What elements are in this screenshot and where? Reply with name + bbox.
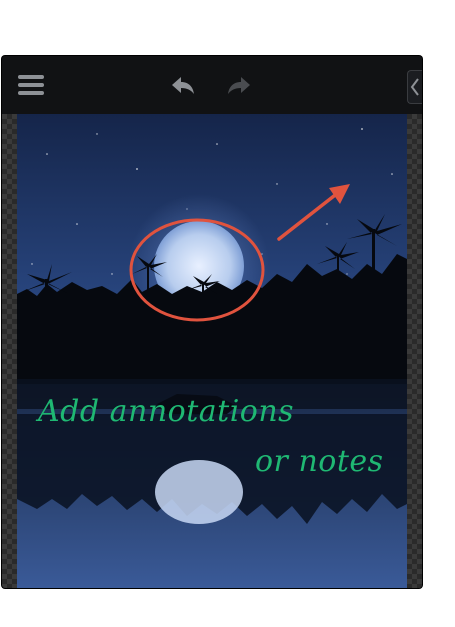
night-palm-photo[interactable] — [17, 114, 407, 588]
top-toolbar — [2, 56, 422, 114]
annotation-text-line2[interactable]: or notes — [255, 444, 384, 479]
app-window: Add annotations or notes — [2, 56, 422, 588]
moon-reflection — [155, 460, 243, 524]
photo-scene — [17, 114, 407, 588]
canvas-area[interactable]: Add annotations or notes — [2, 114, 422, 588]
chevron-left-icon — [410, 78, 419, 96]
redo-arrow-icon[interactable] — [226, 74, 252, 96]
hamburger-menu-icon[interactable] — [18, 75, 44, 97]
annotation-text-line1[interactable]: Add annotations — [38, 394, 294, 429]
undo-arrow-icon[interactable] — [170, 74, 196, 96]
side-panel-tab[interactable] — [407, 70, 422, 104]
